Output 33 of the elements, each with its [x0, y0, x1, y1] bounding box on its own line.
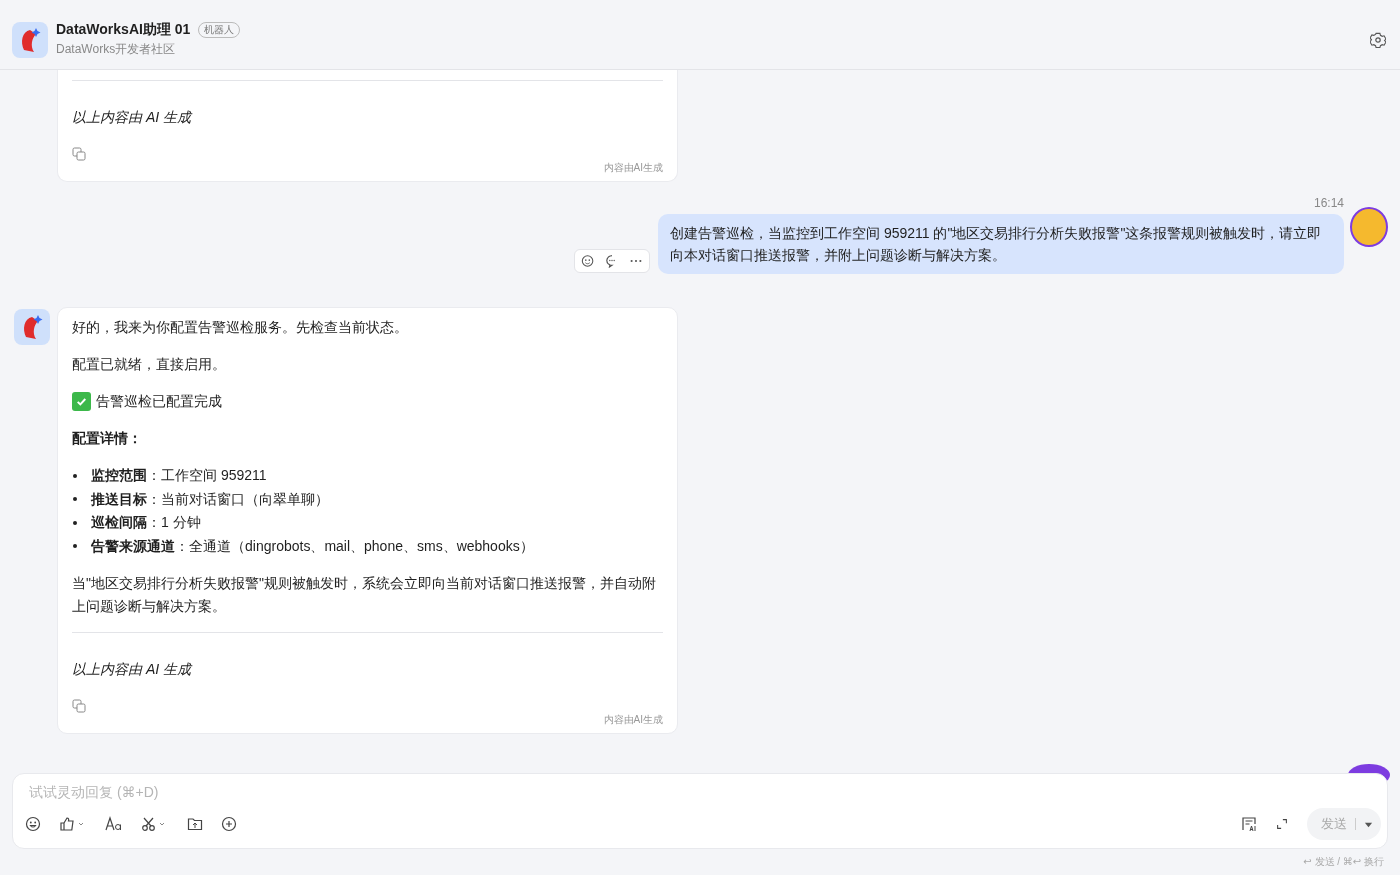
message-text: 好的，我来为你配置告警巡检服务。先检查当前状态。 [72, 318, 409, 337]
ai-watermark: 内容由AI生成 [602, 713, 663, 727]
font-icon[interactable] [105, 816, 123, 832]
message-time: 16:14 [1313, 196, 1344, 210]
chat-title: DataWorksAI助理 01 [56, 21, 191, 39]
message-text: 配置已就绪，直接启用。 [72, 355, 227, 374]
message-text: 当"地区交易排行分析失败报警"规则被触发时，系统会立即向当前对话窗口推送报警，并自动附上问题诊断与解决方案。 [72, 574, 657, 616]
keyboard-hint: ↩ 发送 / ⌘↩ 换行 [1303, 855, 1384, 869]
detail-item: 推送目标：当前对话窗口（向翠单聊） [91, 489, 329, 509]
section-heading: 配置详情： [72, 429, 143, 448]
detail-item: 告警来源通道：全通道（dingrobots、mail、phone、sms、webhooks） [91, 536, 534, 556]
ai-generated-note: 以上内容由 AI 生成 [72, 109, 194, 127]
bot-avatar [12, 21, 48, 58]
message-input[interactable]: 试试灵动回复 (⌘+D) [29, 784, 1375, 800]
ai-watermark: 内容由AI生成 [602, 161, 663, 175]
expand-icon[interactable] [1275, 817, 1289, 831]
copy-icon[interactable] [72, 147, 86, 161]
ai-summary-icon[interactable] [1241, 816, 1257, 832]
status-text: 告警巡检已配置完成 [96, 392, 222, 411]
detail-item: 巡检间隔：1 分钟 [91, 513, 201, 532]
emoji-icon[interactable] [25, 816, 41, 832]
upload-folder-icon[interactable] [187, 816, 203, 832]
user-message: 创建告警巡检，当监控到工作空间 959211 的"地区交易排行分析失败报警"这条报警规则被触发时，请立即向本对话窗口推送报警，并附上问题诊断与解决方案。 [658, 214, 1344, 274]
copy-icon[interactable] [72, 699, 86, 713]
chat-subtitle: DataWorks开发者社区 [56, 41, 177, 58]
ai-generated-note: 以上内容由 AI 生成 [72, 661, 194, 679]
bot-avatar [14, 309, 50, 345]
send-button[interactable]: 发送 [1307, 808, 1381, 840]
emoji-reaction-icon[interactable] [581, 254, 595, 268]
check-icon [72, 392, 91, 411]
detail-item: 监控范围：工作空间 959211 [91, 466, 267, 485]
settings-icon[interactable] [1370, 31, 1386, 48]
add-icon[interactable] [221, 816, 237, 832]
